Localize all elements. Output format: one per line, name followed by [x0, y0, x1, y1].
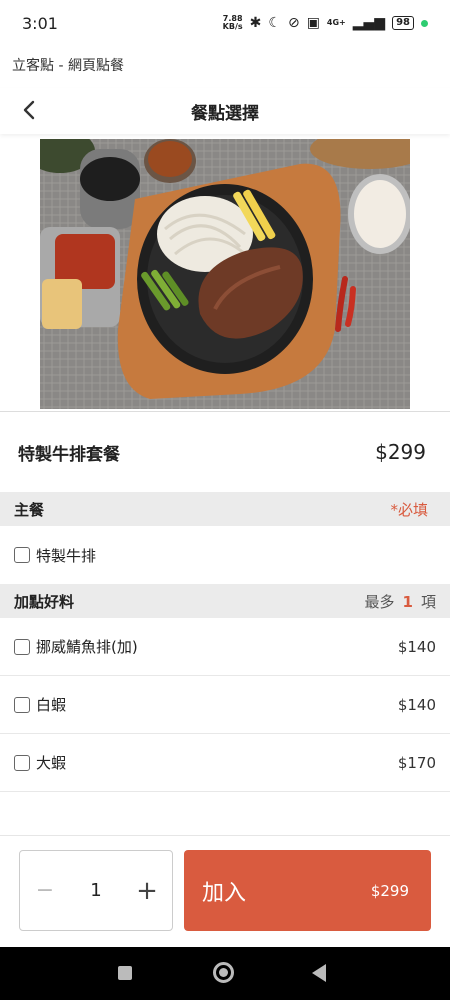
- mute-icon: ⊘: [287, 15, 300, 31]
- option-row-mackerel[interactable]: 挪威鯖魚排(加) $140: [0, 618, 450, 676]
- checkbox[interactable]: [14, 638, 30, 655]
- recents-icon[interactable]: [118, 966, 132, 980]
- increase-button[interactable]: +: [122, 876, 172, 906]
- section-title: 主餐: [14, 500, 45, 519]
- back-arrow-icon[interactable]: [18, 98, 42, 122]
- checkbox[interactable]: [14, 547, 30, 563]
- status-bar: 3:01 7.88 KB/s ✱ ☾ ⊘ ▣ 4G+ ▂▄▆ 98: [0, 0, 450, 46]
- network-type: 4G+: [326, 18, 346, 27]
- add-button-total: $299: [370, 881, 409, 900]
- page-header: 餐點選擇: [0, 88, 450, 134]
- section-title: 加點好料: [14, 592, 75, 611]
- add-button-label: 加入: [202, 880, 247, 906]
- quantity-stepper: − 1 +: [19, 850, 173, 931]
- option-label: 特製牛排: [36, 546, 97, 565]
- add-to-cart-button[interactable]: 加入 $299: [184, 850, 431, 931]
- option-row-prawn[interactable]: 大蝦 $170: [0, 734, 450, 792]
- option-price: $140: [397, 695, 436, 714]
- bluetooth-icon: ✱: [249, 15, 262, 31]
- status-icons: 7.88 KB/s ✱ ☾ ⊘ ▣ 4G+ ▂▄▆ 98: [223, 15, 428, 31]
- required-label: *必填: [390, 500, 428, 519]
- option-label: 挪威鯖魚排(加): [36, 638, 138, 656]
- selection-limit: 最多 1 項: [364, 592, 436, 611]
- cart-bar: − 1 + 加入 $299: [0, 835, 450, 947]
- back-icon[interactable]: [312, 964, 326, 982]
- battery-icon: 98: [392, 16, 414, 30]
- signal-icon: ▂▄▆: [352, 15, 386, 31]
- volte-icon: ▣: [306, 15, 320, 31]
- section-header-addons: 加點好料 最多 1 項: [0, 584, 450, 618]
- product-price: $299: [375, 440, 426, 464]
- home-icon[interactable]: [213, 962, 234, 983]
- option-price: $140: [397, 637, 436, 656]
- product-summary: 特製牛排套餐 $299: [0, 430, 450, 474]
- divider: [0, 411, 450, 412]
- decrease-button[interactable]: −: [20, 878, 70, 903]
- quantity-value: 1: [90, 880, 102, 901]
- moon-icon: ☾: [268, 15, 281, 31]
- status-time: 3:01: [22, 13, 58, 33]
- page-title: 餐點選擇: [191, 103, 259, 124]
- option-label: 大蝦: [36, 754, 67, 772]
- product-name: 特製牛排套餐: [18, 444, 120, 465]
- app-title: 立客點 - 網頁點餐: [12, 58, 124, 74]
- privacy-dot-icon: [421, 19, 428, 27]
- checkbox[interactable]: [14, 754, 30, 771]
- section-header-main: 主餐 *必填: [0, 492, 450, 526]
- checkbox[interactable]: [14, 696, 30, 713]
- option-row-steak[interactable]: 特製牛排: [0, 526, 450, 584]
- system-nav-bar: [0, 947, 450, 1000]
- product-image: [40, 139, 410, 409]
- net-speed: 7.88 KB/s: [222, 14, 243, 31]
- option-price: $170: [397, 753, 436, 772]
- option-label: 白蝦: [36, 696, 67, 714]
- option-row-white-shrimp[interactable]: 白蝦 $140: [0, 676, 450, 734]
